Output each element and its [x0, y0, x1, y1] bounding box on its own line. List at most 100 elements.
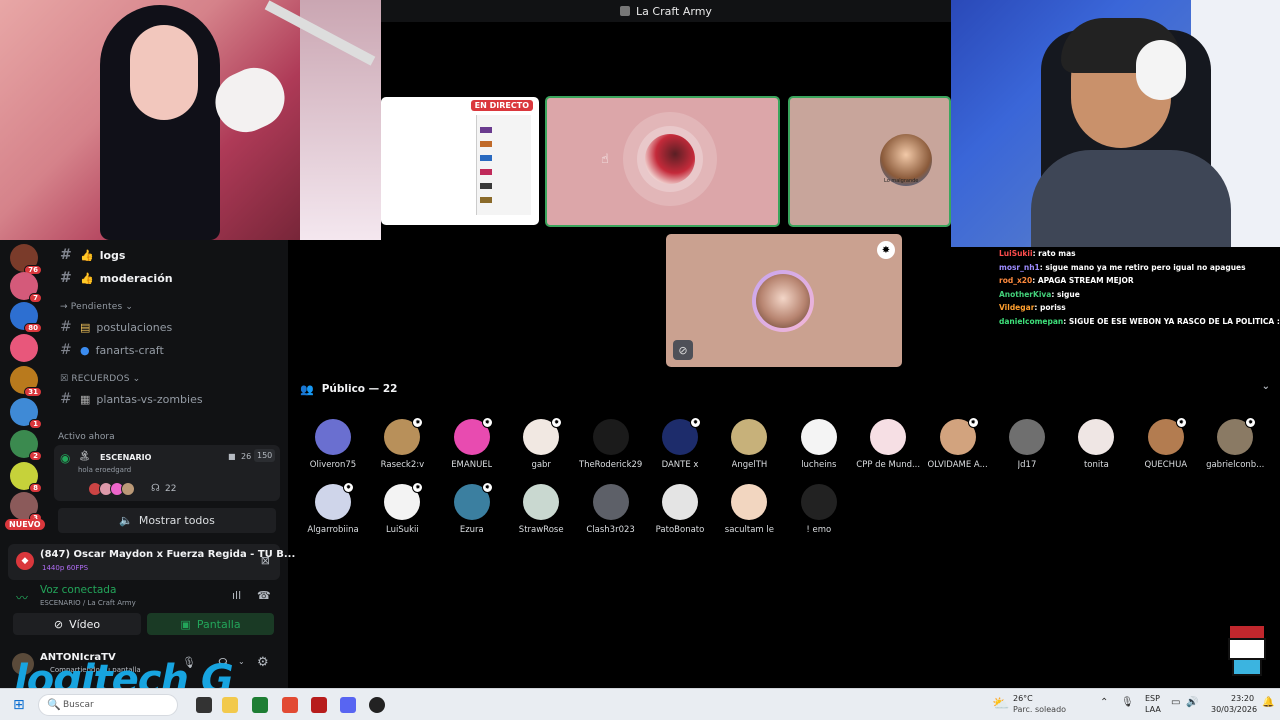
audience-member[interactable]: ✸ QUECHUA [1131, 417, 1201, 470]
audience-member[interactable]: tonita [1061, 419, 1131, 470]
network-icon[interactable]: ▭ [1171, 697, 1180, 708]
audience-member[interactable]: TheRoderick29 [576, 419, 646, 470]
mention-badge: 31 [24, 387, 42, 397]
channel-plantas[interactable]: # ▦ plantas-vs-zombies [60, 391, 203, 407]
language-code[interactable]: ESP [1145, 694, 1160, 703]
member-avatar [800, 419, 837, 455]
member-name: ! emo [806, 525, 832, 535]
chat-username: AnotherKiva [999, 289, 1052, 299]
audience-member[interactable]: Clash3r023 [576, 484, 646, 535]
audience-member[interactable]: PatoBonato [645, 484, 715, 535]
screen-share-icon: ▣ [180, 617, 191, 631]
audience-member[interactable]: Jd17 [992, 419, 1062, 470]
clock-date[interactable]: 30/03/2026 [1211, 705, 1257, 714]
audience-member[interactable]: ✸ OLVIDAME A... [923, 417, 993, 470]
file-explorer-icon[interactable] [222, 697, 238, 713]
mention-badge: 80 [24, 323, 42, 333]
clock-time[interactable]: 23:20 [1231, 694, 1254, 703]
speaker-tile-2[interactable]: Lo malgrande [788, 96, 951, 227]
channel-label: fanarts-craft [95, 343, 164, 357]
thumb-icon: 👍 [80, 271, 94, 285]
audience-member[interactable]: ✸ Ezura [437, 482, 507, 535]
noise-suppression-icon[interactable]: ıll [232, 589, 241, 602]
shared-screen-thumb [480, 183, 492, 189]
audience-member[interactable]: ✸ LuiSukii [367, 482, 437, 535]
server-icon[interactable] [10, 334, 38, 362]
speaker-tile-3[interactable]: ✸ ⊘ [666, 234, 902, 367]
server-icon[interactable]: 76 [10, 244, 42, 275]
member-name: gabr [531, 460, 551, 470]
speaker-tile-1[interactable]: ☝ [545, 96, 780, 227]
now-playing-card[interactable]: ◆ (847) Oscar Maydon x Fuerza Regida - T… [8, 544, 295, 580]
chevron-up-icon[interactable]: ⌃ [1100, 697, 1108, 708]
channel-postulaciones[interactable]: # ▤ postulaciones [60, 319, 172, 335]
new-badge: NUEVO [5, 519, 45, 530]
notifications-icon[interactable]: 🔔 [1262, 697, 1274, 708]
audience-member[interactable]: Oliveron75 [298, 419, 368, 470]
disconnect-icon[interactable]: ☎ [257, 589, 271, 602]
chat-message: LuiSukii: rato mas [951, 247, 1280, 261]
category-pendientes[interactable]: → Pendientes ⌄ [60, 302, 133, 312]
volume-icon[interactable]: 🔊 [1186, 697, 1198, 708]
media-app-icon[interactable] [311, 697, 327, 713]
audience-member[interactable]: ✸ DANTE x [645, 417, 715, 470]
member-avatar: ✸ [939, 417, 979, 455]
stage-subtitle: hola eroedgard [78, 466, 132, 474]
member-name: tonita [1083, 460, 1109, 470]
windows-start-icon[interactable]: ⊞ [13, 697, 25, 713]
active-now-heading: Activo ahora [58, 432, 115, 442]
mention-badge: 1 [29, 419, 42, 429]
audience-member[interactable]: ✸ Raseck2:v [367, 417, 437, 470]
channel-logs[interactable]: # 👍 logs [60, 247, 125, 263]
audience-member[interactable]: lucheins [784, 419, 854, 470]
chat-message: danielcomepan: SIGUE OE ESE WEBON YA RAS… [951, 315, 1280, 329]
member-avatar [800, 484, 837, 520]
video-button[interactable]: ⊘ Vídeo [13, 613, 141, 635]
audience-member[interactable]: StrawRose [506, 484, 576, 535]
server-icon[interactable]: 31 [10, 366, 42, 397]
show-all-button[interactable]: 🔈 Mostrar todos [58, 508, 276, 533]
speaker-badge-icon: ✸ [481, 482, 493, 493]
server-icon[interactable]: 2 [10, 430, 42, 461]
screen-share-tile[interactable]: EN DIRECTO [381, 97, 539, 225]
audience-member[interactable]: sacultam le [714, 484, 784, 535]
audience-member[interactable]: CPP de Mund... [853, 419, 923, 470]
audience-member[interactable]: ! emo [784, 484, 854, 535]
server-icon[interactable]: 7 [10, 272, 42, 303]
app-icon[interactable] [252, 697, 268, 713]
server-icon[interactable]: 8 [10, 462, 42, 493]
speaker-badge-icon: ✸ [1245, 417, 1257, 428]
speaker-badge-icon: ✸ [1175, 417, 1187, 428]
chevron-down-icon[interactable]: ⌄ [1262, 381, 1270, 392]
member-avatar: ✸ [1217, 417, 1257, 455]
server-icon[interactable]: 1 [10, 398, 42, 429]
voice-channel[interactable]: ESCENARIO / La Craft Army [40, 599, 136, 607]
audience-member[interactable]: ✸ gabr [506, 417, 576, 470]
audience-member[interactable]: ✸ gabrielconb... [1200, 417, 1270, 470]
settings-gear-icon[interactable]: ⚙ [257, 655, 269, 670]
category-recuerdos[interactable]: ☒ RECUERDOS ⌄ [60, 374, 140, 384]
chat-username: danielcomepan [999, 316, 1064, 326]
server-icon[interactable]: 3 [10, 492, 42, 523]
active-stage-card[interactable]: ◉ 🏝 ESCENARIO hola eroedgard ■ 26 150 ☊ … [54, 445, 280, 501]
brave-icon[interactable] [282, 697, 298, 713]
channel-moderacion[interactable]: # 👍 moderación [60, 270, 173, 286]
mic-tray-icon[interactable]: 🎙 [1121, 697, 1134, 708]
checkered-flag-icon: ▦ [80, 392, 91, 406]
server-icon[interactable]: 80 [10, 302, 42, 333]
audience-member[interactable]: AngelTH [714, 419, 784, 470]
stop-stream-icon[interactable]: ⊠ [261, 554, 270, 567]
chat-username: LuiSukii [999, 249, 1033, 258]
stage-title-bar: La Craft Army [381, 0, 951, 22]
keyboard-layout[interactable]: LAA [1145, 705, 1161, 714]
audience-member[interactable]: ✸ Algarrobiina [298, 482, 368, 535]
search-box[interactable]: 🔍 Buscar [38, 694, 178, 716]
screen-share-button[interactable]: ▣ Pantalla [147, 613, 274, 635]
audience-member[interactable]: ✸ EMANUEL [437, 417, 507, 470]
chevron-down-icon[interactable]: ⌄ [238, 657, 245, 666]
streamer-face [130, 25, 198, 120]
task-view-icon[interactable] [196, 697, 212, 713]
obs-icon[interactable] [369, 697, 385, 713]
channel-fanarts[interactable]: # ● fanarts-craft [60, 342, 164, 358]
discord-icon[interactable] [340, 697, 356, 713]
